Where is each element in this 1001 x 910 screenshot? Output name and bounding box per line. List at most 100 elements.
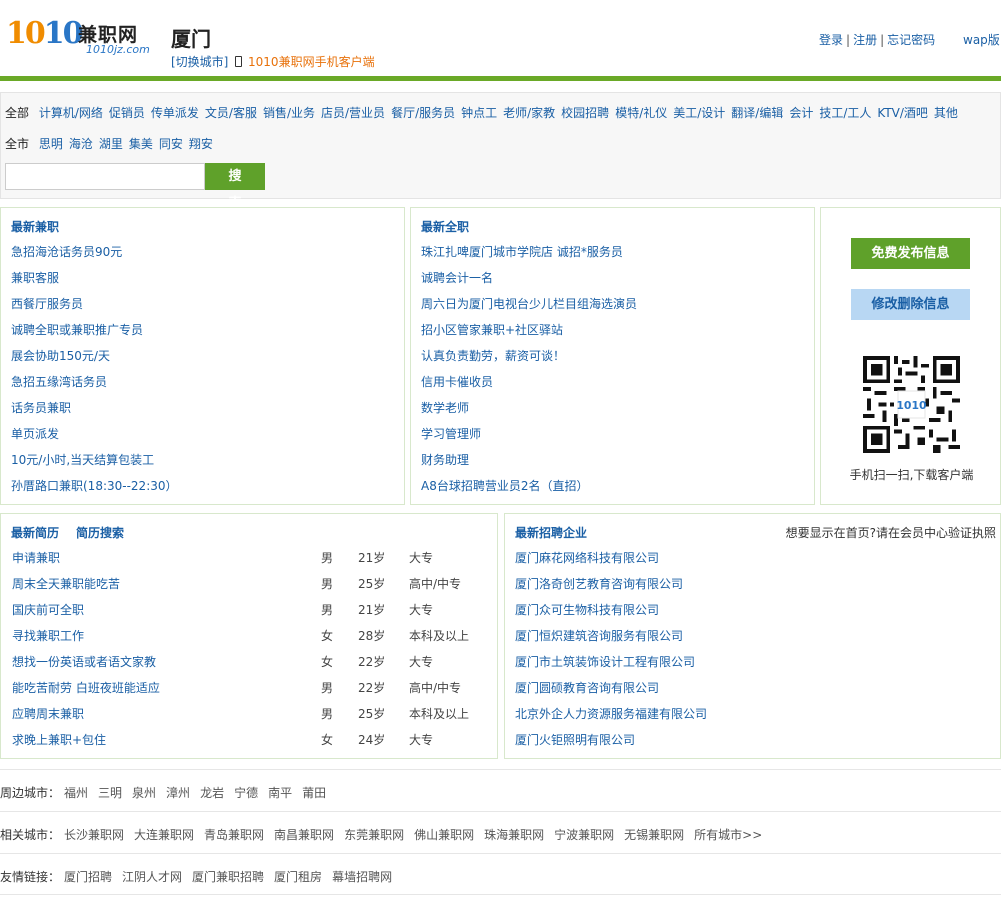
panel-title[interactable]: 最新兼职 [11, 218, 59, 235]
resume-row[interactable]: 寻找兼职工作 女 28岁 本科及以上 [12, 623, 492, 649]
part-time-job-link[interactable]: 话务员兼职 [11, 395, 178, 421]
related-city-link[interactable]: 青岛兼职网 [204, 828, 264, 842]
category-link[interactable]: 促销员 [109, 106, 145, 120]
category-all[interactable]: 全部 [5, 106, 29, 120]
resume-search-link[interactable]: 简历搜索 [76, 524, 124, 541]
post-info-button[interactable]: 免费发布信息 [851, 238, 970, 269]
company-link[interactable]: 厦门洛奇创艺教育咨询有限公司 [515, 571, 707, 597]
related-city-link[interactable]: 无锡兼职网 [624, 828, 684, 842]
part-time-job-link[interactable]: 兼职客服 [11, 265, 178, 291]
resume-title-link[interactable]: 周末全天兼职能吃苦 [12, 571, 120, 597]
resume-title-link[interactable]: 应聘周末兼职 [12, 701, 84, 727]
company-link[interactable]: 厦门恒炽建筑咨询服务有限公司 [515, 623, 707, 649]
nearby-city-link[interactable]: 南平 [268, 786, 292, 800]
related-city-link[interactable]: 大连兼职网 [134, 828, 194, 842]
full-time-job-link[interactable]: 招小区管家兼职+社区驿站 [421, 317, 637, 343]
switch-city-link[interactable]: [切换城市] [171, 55, 228, 69]
nearby-city-link[interactable]: 漳州 [166, 786, 190, 800]
category-link[interactable]: 模特/礼仪 [615, 106, 667, 120]
category-link[interactable]: 校园招聘 [561, 106, 609, 120]
resume-row[interactable]: 求晚上兼职+包住 女 24岁 大专 [12, 727, 492, 753]
category-link[interactable]: 钟点工 [461, 106, 497, 120]
category-link[interactable]: 餐厅/服务员 [391, 106, 455, 120]
edit-info-button[interactable]: 修改删除信息 [851, 289, 970, 320]
part-time-job-link[interactable]: 急招五缘湾话务员 [11, 369, 178, 395]
resume-row[interactable]: 想找一份英语或者语文家教 女 22岁 大专 [12, 649, 492, 675]
category-link[interactable]: 计算机/网络 [39, 106, 103, 120]
category-link[interactable]: 翻译/编辑 [731, 106, 783, 120]
area-link[interactable]: 翔安 [189, 137, 213, 151]
category-link[interactable]: 会计 [789, 106, 813, 120]
category-link[interactable]: 店员/营业员 [321, 106, 385, 120]
category-link[interactable]: 老师/家教 [503, 106, 555, 120]
wap-link[interactable]: wap版 [963, 31, 1000, 48]
part-time-job-link[interactable]: 孙厝路口兼职(18:30--22:30） [11, 473, 178, 499]
nearby-city-link[interactable]: 龙岩 [200, 786, 224, 800]
part-time-job-link[interactable]: 西餐厅服务员 [11, 291, 178, 317]
panel-title[interactable]: 最新全职 [421, 218, 469, 235]
part-time-job-link[interactable]: 10元/小时,当天结算包装工 [11, 447, 178, 473]
company-link[interactable]: 北京外企人力资源服务福建有限公司 [515, 701, 707, 727]
category-link[interactable]: 文员/客服 [205, 106, 257, 120]
panel-title[interactable]: 最新简历 [11, 524, 59, 541]
resume-title-link[interactable]: 寻找兼职工作 [12, 623, 84, 649]
full-time-job-link[interactable]: 财务助理 [421, 447, 637, 473]
area-link[interactable]: 思明 [39, 137, 63, 151]
panel-title[interactable]: 最新招聘企业 [515, 524, 587, 541]
nearby-city-link[interactable]: 宁德 [234, 786, 258, 800]
resume-row[interactable]: 国庆前可全职 男 21岁 大专 [12, 597, 492, 623]
nearby-city-link[interactable]: 泉州 [132, 786, 156, 800]
company-link[interactable]: 厦门市土筑装饰设计工程有限公司 [515, 649, 707, 675]
friend-link[interactable]: 厦门兼职招聘 [192, 870, 264, 884]
forgot-password-link[interactable]: 忘记密码 [887, 33, 935, 47]
full-time-job-link[interactable]: 珠江扎啤厦门城市学院店 诚招*服务员 [421, 239, 637, 265]
category-link[interactable]: KTV/酒吧 [877, 106, 928, 120]
nearby-city-link[interactable]: 福州 [64, 786, 88, 800]
related-city-link[interactable]: 所有城市>> [694, 828, 762, 842]
category-link[interactable]: 传单派发 [151, 106, 199, 120]
related-city-link[interactable]: 长沙兼职网 [64, 828, 124, 842]
related-city-link[interactable]: 宁波兼职网 [554, 828, 614, 842]
site-logo[interactable]: 1010 兼职网 1010jz.com [6, 16, 156, 60]
related-city-link[interactable]: 佛山兼职网 [414, 828, 474, 842]
company-link[interactable]: 厦门火钜照明有限公司 [515, 727, 707, 753]
part-time-job-link[interactable]: 急招海沧话务员90元 [11, 239, 178, 265]
friend-link[interactable]: 幕墙招聘网 [332, 870, 392, 884]
company-link[interactable]: 厦门圆硕教育咨询有限公司 [515, 675, 707, 701]
full-time-job-link[interactable]: 周六日为厦门电视台少儿栏目组海选演员 [421, 291, 637, 317]
full-time-job-link[interactable]: 认真负责勤劳，薪资可谈！ [421, 343, 637, 369]
search-button[interactable]: 搜 索 [205, 163, 265, 211]
resume-title-link[interactable]: 想找一份英语或者语文家教 [12, 649, 156, 675]
nearby-city-link[interactable]: 莆田 [302, 786, 326, 800]
company-link[interactable]: 厦门众可生物科技有限公司 [515, 597, 707, 623]
full-time-job-link[interactable]: 诚聘会计一名 [421, 265, 637, 291]
full-time-job-link[interactable]: A8台球招聘营业员2名（直招） [421, 473, 637, 499]
area-link[interactable]: 集美 [129, 137, 153, 151]
nearby-city-link[interactable]: 三明 [98, 786, 122, 800]
company-link[interactable]: 厦门麻花网络科技有限公司 [515, 545, 707, 571]
resume-row[interactable]: 应聘周末兼职 男 25岁 本科及以上 [12, 701, 492, 727]
friend-link[interactable]: 厦门租房 [274, 870, 322, 884]
friend-link[interactable]: 江阴人才网 [122, 870, 182, 884]
area-link[interactable]: 湖里 [99, 137, 123, 151]
part-time-job-link[interactable]: 单页派发 [11, 421, 178, 447]
category-link[interactable]: 销售/业务 [263, 106, 315, 120]
related-city-link[interactable]: 东莞兼职网 [344, 828, 404, 842]
full-time-job-link[interactable]: 学习管理师 [421, 421, 637, 447]
category-link[interactable]: 技工/工人 [819, 106, 871, 120]
area-all[interactable]: 全市 [5, 137, 29, 151]
area-link[interactable]: 同安 [159, 137, 183, 151]
part-time-job-link[interactable]: 诚聘全职或兼职推广专员 [11, 317, 178, 343]
full-time-job-link[interactable]: 信用卡催收员 [421, 369, 637, 395]
login-link[interactable]: 登录 [819, 33, 843, 47]
resume-title-link[interactable]: 申请兼职 [12, 545, 60, 571]
part-time-job-link[interactable]: 展会协助150元/天 [11, 343, 178, 369]
category-link[interactable]: 其他 [934, 106, 958, 120]
search-input[interactable] [5, 163, 205, 190]
resume-row[interactable]: 能吃苦耐劳 白班夜班能适应 男 22岁 高中/中专 [12, 675, 492, 701]
related-city-link[interactable]: 南昌兼职网 [274, 828, 334, 842]
full-time-job-link[interactable]: 数学老师 [421, 395, 637, 421]
resume-title-link[interactable]: 求晚上兼职+包住 [12, 727, 106, 753]
area-link[interactable]: 海沧 [69, 137, 93, 151]
resume-row[interactable]: 周末全天兼职能吃苦 男 25岁 高中/中专 [12, 571, 492, 597]
